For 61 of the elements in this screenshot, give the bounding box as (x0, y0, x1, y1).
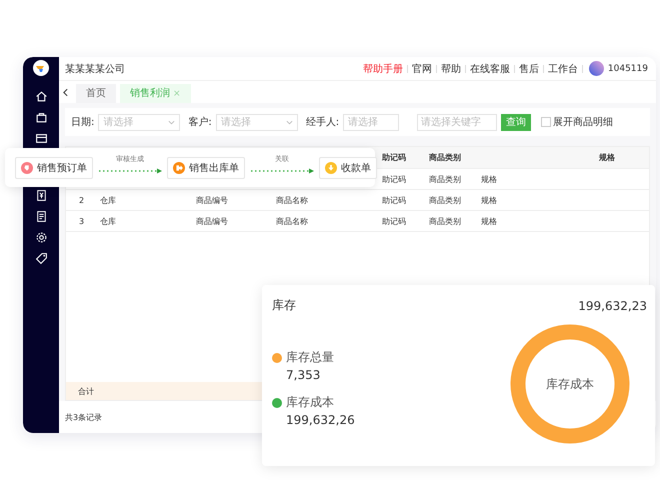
top-link[interactable]: 售后 (518, 62, 539, 76)
top-link[interactable]: 帮助 (440, 62, 461, 76)
table-cell-text: 助记码 (382, 216, 407, 226)
column-header: 助记码 (382, 152, 407, 163)
legend-label: 库存成本 (286, 394, 334, 411)
column-header: 商品类别 (429, 152, 462, 163)
record-count: 共3条记录 (65, 412, 102, 422)
logo-icon (33, 60, 49, 76)
user-id: 1045119 (608, 64, 648, 74)
dotted-arrow (249, 168, 315, 174)
donut-label: 库存成本 (545, 376, 595, 393)
company-name: 某某某某公司 (65, 62, 125, 76)
yen-document-icon[interactable] (34, 189, 48, 202)
legend-value: 7,353 (286, 368, 322, 382)
checkbox-label: 展开商品明细 (553, 116, 614, 129)
dotted-arrow (97, 168, 163, 174)
filter-label: 经手人: (306, 116, 340, 129)
settings-icon[interactable] (34, 231, 48, 244)
top-link[interactable]: 帮助手册 (362, 62, 403, 76)
table-cell-text: 2 (78, 196, 86, 204)
table-cell-text: 助记码 (382, 194, 407, 206)
column-header: 规格 (598, 152, 616, 163)
filter-label: 日期: (71, 116, 94, 129)
table-cell-text: 商品类别 (429, 174, 462, 184)
tab[interactable]: 首页 (76, 84, 116, 103)
table-cell-text: 规格 (481, 216, 498, 226)
flow-step-button[interactable]: 销售出库单 (167, 156, 245, 178)
table-cell-text: 3 (78, 216, 86, 226)
card-icon[interactable] (34, 132, 48, 145)
table-cell-text: 规格 (481, 194, 498, 206)
avatar-icon[interactable] (588, 61, 604, 76)
top-link[interactable]: 官网 (412, 62, 432, 76)
back-chevron-icon[interactable] (63, 88, 68, 96)
table-cell-text: 规格 (481, 174, 498, 184)
top-link[interactable]: 在线客服 (470, 62, 510, 76)
card-title: 库存 (272, 297, 296, 314)
table-cell-text: 商品编号 (196, 216, 229, 226)
table-cell-text: 商品名称 (276, 216, 309, 226)
table-cell-text: 仓库 (99, 194, 117, 206)
total-label: 合计 (78, 386, 94, 396)
legend-value: 199,632,26 (286, 413, 355, 427)
chevron-down-icon (168, 120, 176, 124)
table-cell-text: 助记码 (382, 174, 407, 184)
legend-label: 库存总量 (286, 349, 334, 366)
filter-label: 客户: (188, 116, 212, 129)
top-link[interactable]: 工作台 (548, 62, 578, 76)
table-cell-text: 商品类别 (429, 194, 462, 206)
table-cell-text: 商品类别 (429, 216, 462, 226)
home-icon[interactable] (34, 90, 48, 103)
document-icon[interactable] (34, 210, 48, 223)
tag-icon[interactable] (34, 252, 48, 265)
table-cell-text: 商品编号 (196, 194, 229, 206)
table-cell-text: 商品名称 (276, 194, 309, 206)
expand-checkbox[interactable] (541, 117, 552, 127)
flow-step-button[interactable]: 销售预订单 (15, 156, 93, 178)
stock-value: 199,632,23 (578, 298, 647, 312)
flow-step-button[interactable]: 收款单 (319, 156, 377, 178)
table-cell-text: 仓库 (99, 216, 117, 226)
keyword-field[interactable]: 请选择关键字 (417, 114, 498, 130)
bag-icon[interactable] (34, 111, 48, 124)
chevron-down-icon (286, 120, 293, 124)
